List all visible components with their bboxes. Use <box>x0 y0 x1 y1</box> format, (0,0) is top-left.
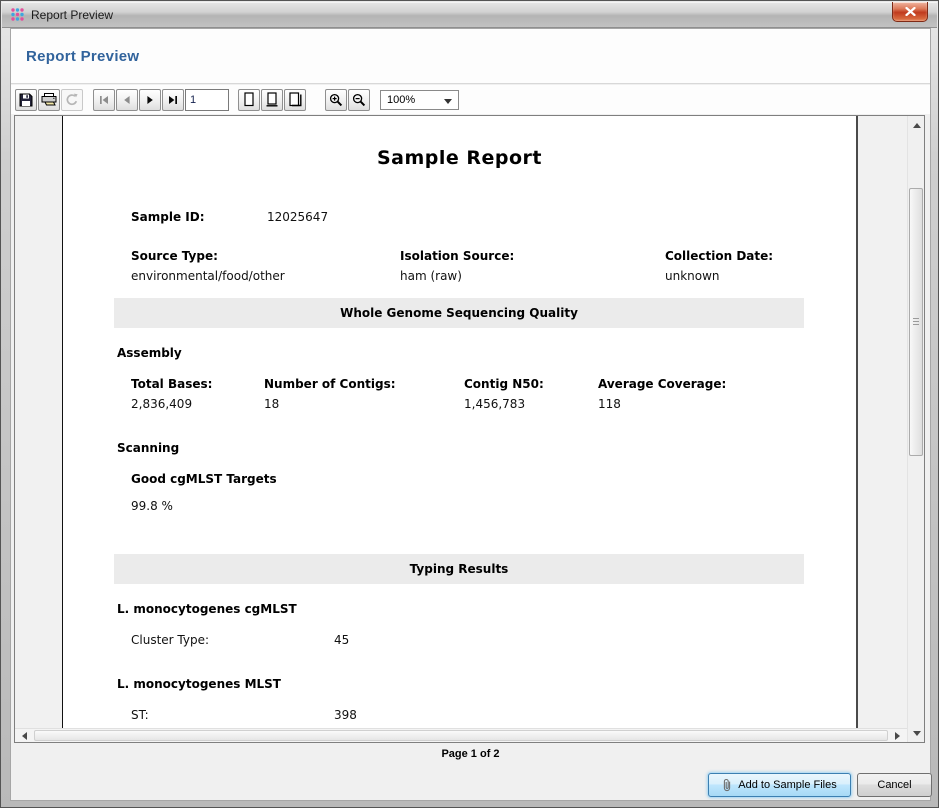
isolation-source-label: Isolation Source: <box>400 249 514 263</box>
close-button[interactable] <box>892 2 928 22</box>
next-page-button[interactable] <box>139 89 161 111</box>
source-type-label: Source Type: <box>131 249 218 263</box>
scanning-heading: Scanning <box>117 441 179 455</box>
add-to-sample-files-label: Add to Sample Files <box>738 779 836 791</box>
good-cgmlst-targets-label: Good cgMLST Targets <box>131 472 277 486</box>
first-page-button[interactable] <box>93 89 115 111</box>
zoom-in-icon <box>329 93 343 107</box>
multi-page-view-button[interactable] <box>284 89 306 111</box>
isolation-source-value: ham (raw) <box>400 269 462 283</box>
horizontal-scrollbar-thumb[interactable] <box>34 730 888 741</box>
single-page-icon <box>242 92 256 107</box>
typing-results-banner: Typing Results <box>114 554 804 584</box>
mlst-section-heading: L. monocytogenes MLST <box>117 677 281 691</box>
add-to-sample-files-button[interactable]: Add to Sample Files <box>708 773 851 797</box>
contig-n50-value: 1,456,783 <box>464 397 525 411</box>
toolbar: 100% <box>11 85 930 114</box>
whole-page-view-button[interactable] <box>238 89 260 111</box>
multi-page-icon <box>288 92 303 107</box>
save-icon <box>19 93 33 107</box>
contig-n50-label: Contig N50: <box>464 377 544 391</box>
chevron-down-icon <box>444 99 452 104</box>
previous-page-button[interactable] <box>116 89 138 111</box>
cancel-button[interactable]: Cancel <box>857 773 932 797</box>
st-value: 398 <box>334 708 357 722</box>
number-of-contigs-value: 18 <box>264 397 279 411</box>
st-label: ST: <box>131 708 149 722</box>
scroll-down-button[interactable] <box>908 725 925 741</box>
collection-date-value: unknown <box>665 269 720 283</box>
statusbar: Page 1 of 2 <box>11 743 930 765</box>
sample-id-label: Sample ID: <box>131 210 205 224</box>
app-dots-icon <box>10 7 25 22</box>
arrow-down-icon <box>913 731 921 736</box>
average-coverage-label: Average Coverage: <box>598 377 726 391</box>
zoom-out-icon <box>352 93 366 107</box>
scroll-left-button[interactable] <box>16 729 33 742</box>
total-bases-label: Total Bases: <box>131 377 212 391</box>
refresh-icon <box>65 93 79 107</box>
good-cgmlst-targets-value: 99.8 % <box>131 499 173 513</box>
scroll-right-button[interactable] <box>889 729 906 742</box>
zoom-level-select[interactable]: 100% <box>380 90 459 110</box>
source-type-value: environmental/food/other <box>131 269 285 283</box>
header: Report Preview <box>11 29 930 84</box>
report-title: Sample Report <box>63 147 856 169</box>
average-coverage-value: 118 <box>598 397 621 411</box>
zoom-level-value: 100% <box>387 94 415 106</box>
wgs-quality-banner: Whole Genome Sequencing Quality <box>114 298 804 328</box>
zoom-in-button[interactable] <box>325 89 347 111</box>
report-preview-pane: Sample Report Sample ID: 12025647 Source… <box>14 115 925 743</box>
assembly-heading: Assembly <box>117 346 182 360</box>
first-page-icon <box>99 95 109 105</box>
cgmlst-section-heading: L. monocytogenes cgMLST <box>117 602 297 616</box>
number-of-contigs-label: Number of Contigs: <box>264 377 396 391</box>
cluster-type-value: 45 <box>334 633 349 647</box>
arrow-left-icon <box>22 732 27 740</box>
page-width-icon <box>265 92 279 107</box>
paperclip-icon <box>722 778 732 793</box>
window-title: Report Preview <box>31 8 113 22</box>
arrow-right-icon <box>895 732 900 740</box>
refresh-button[interactable] <box>61 89 83 111</box>
cluster-type-label: Cluster Type: <box>131 633 209 647</box>
next-page-icon <box>145 95 155 105</box>
previous-page-icon <box>122 95 132 105</box>
last-page-icon <box>168 95 178 105</box>
total-bases-value: 2,836,409 <box>131 397 192 411</box>
titlebar[interactable]: Report Preview <box>2 2 937 28</box>
page-indicator: Page 1 of 2 <box>441 748 499 760</box>
vertical-scrollbar[interactable] <box>907 116 924 742</box>
print-button[interactable] <box>38 89 60 111</box>
last-page-button[interactable] <box>162 89 184 111</box>
dialog-heading: Report Preview <box>26 48 139 65</box>
printer-icon <box>41 93 57 107</box>
cancel-label: Cancel <box>877 779 911 791</box>
page-width-view-button[interactable] <box>261 89 283 111</box>
arrow-up-icon <box>913 123 921 128</box>
scroll-up-button[interactable] <box>908 117 925 133</box>
save-button[interactable] <box>15 89 37 111</box>
dialog-client-area: Report Preview <box>10 28 931 801</box>
report-preview-window: Report Preview Report Preview <box>0 0 939 808</box>
page-number-input[interactable] <box>185 89 229 111</box>
close-icon <box>905 7 916 16</box>
report-page: Sample Report Sample ID: 12025647 Source… <box>62 116 858 729</box>
collection-date-label: Collection Date: <box>665 249 773 263</box>
horizontal-scrollbar[interactable] <box>15 728 907 742</box>
zoom-out-button[interactable] <box>348 89 370 111</box>
sample-id-value: 12025647 <box>267 210 328 224</box>
vertical-scrollbar-thumb[interactable] <box>909 188 923 456</box>
